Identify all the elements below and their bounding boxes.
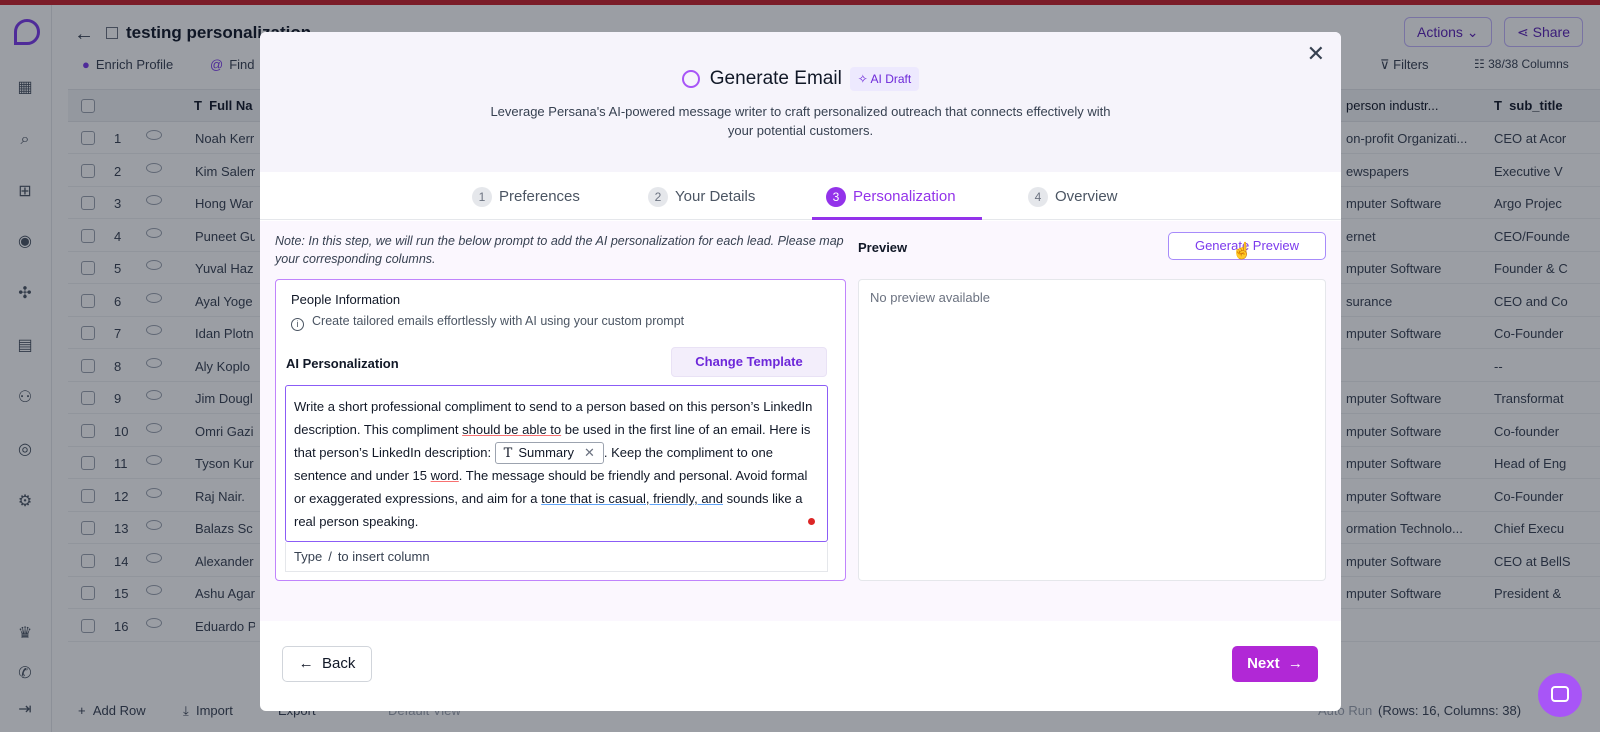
change-template-button[interactable]: Change Template <box>671 347 827 377</box>
active-step-indicator <box>812 217 982 220</box>
chat-sparkle-icon <box>681 70 700 88</box>
modal-title: Generate Email <box>709 68 842 89</box>
chat-icon <box>1551 686 1569 702</box>
text-type-icon: T <box>503 446 513 461</box>
modal-subtitle: Leverage Persana's AI-powered message wr… <box>490 104 1111 138</box>
preview-label: Preview <box>858 240 908 255</box>
ai-personalization-label: AI Personalization <box>286 356 399 371</box>
preview-empty-text: No preview available <box>870 290 990 305</box>
next-button[interactable]: Next → <box>1232 646 1318 682</box>
column-chip-summary[interactable]: T Summary ✕ <box>494 442 604 464</box>
remove-chip-icon[interactable]: ✕ <box>584 445 595 460</box>
modal-header: ✕ Generate Email ✧ AI Draft Leverage Pers… <box>260 32 1341 172</box>
personalization-body: Note: In this step, we will run the belo… <box>260 221 1341 621</box>
modal-title-row: Generate Email ✧ AI Draft <box>260 67 1341 91</box>
info-icon: i <box>291 318 304 331</box>
prompt-editor[interactable]: Write a short professional compliment to… <box>285 385 828 542</box>
step-preferences[interactable]: 1 Preferences <box>472 187 580 207</box>
insert-column-hint: Type / to insert column <box>285 542 828 572</box>
people-information-desc: i Create tailored emails effortlessly wit… <box>291 314 684 331</box>
people-information-title: People Information <box>291 292 401 307</box>
step-overview[interactable]: 4 Overview <box>1028 187 1118 207</box>
stepper: 1 Preferences 2 Your Details 3 Personalizat… <box>260 172 1341 220</box>
recording-dot-icon <box>808 518 815 525</box>
people-information-card: People Information i Create tailored emai… <box>275 279 846 581</box>
step-your-details[interactable]: 2 Your Details <box>648 187 755 207</box>
step-personalization[interactable]: 3 Personalization <box>826 187 956 207</box>
hand-cursor-icon: ☝ <box>1232 243 1252 260</box>
generate-email-modal: ✕ Generate Email ✧ AI Draft Leverage Pers… <box>260 32 1341 711</box>
back-button[interactable]: ← Back <box>282 646 372 682</box>
close-icon[interactable]: ✕ <box>1307 43 1325 65</box>
ai-draft-badge: ✧ AI Draft <box>849 67 920 91</box>
step-note: Note: In this step, we will run the belo… <box>275 234 844 266</box>
support-chat-button[interactable] <box>1538 673 1582 717</box>
preview-panel: No preview available <box>858 279 1326 581</box>
